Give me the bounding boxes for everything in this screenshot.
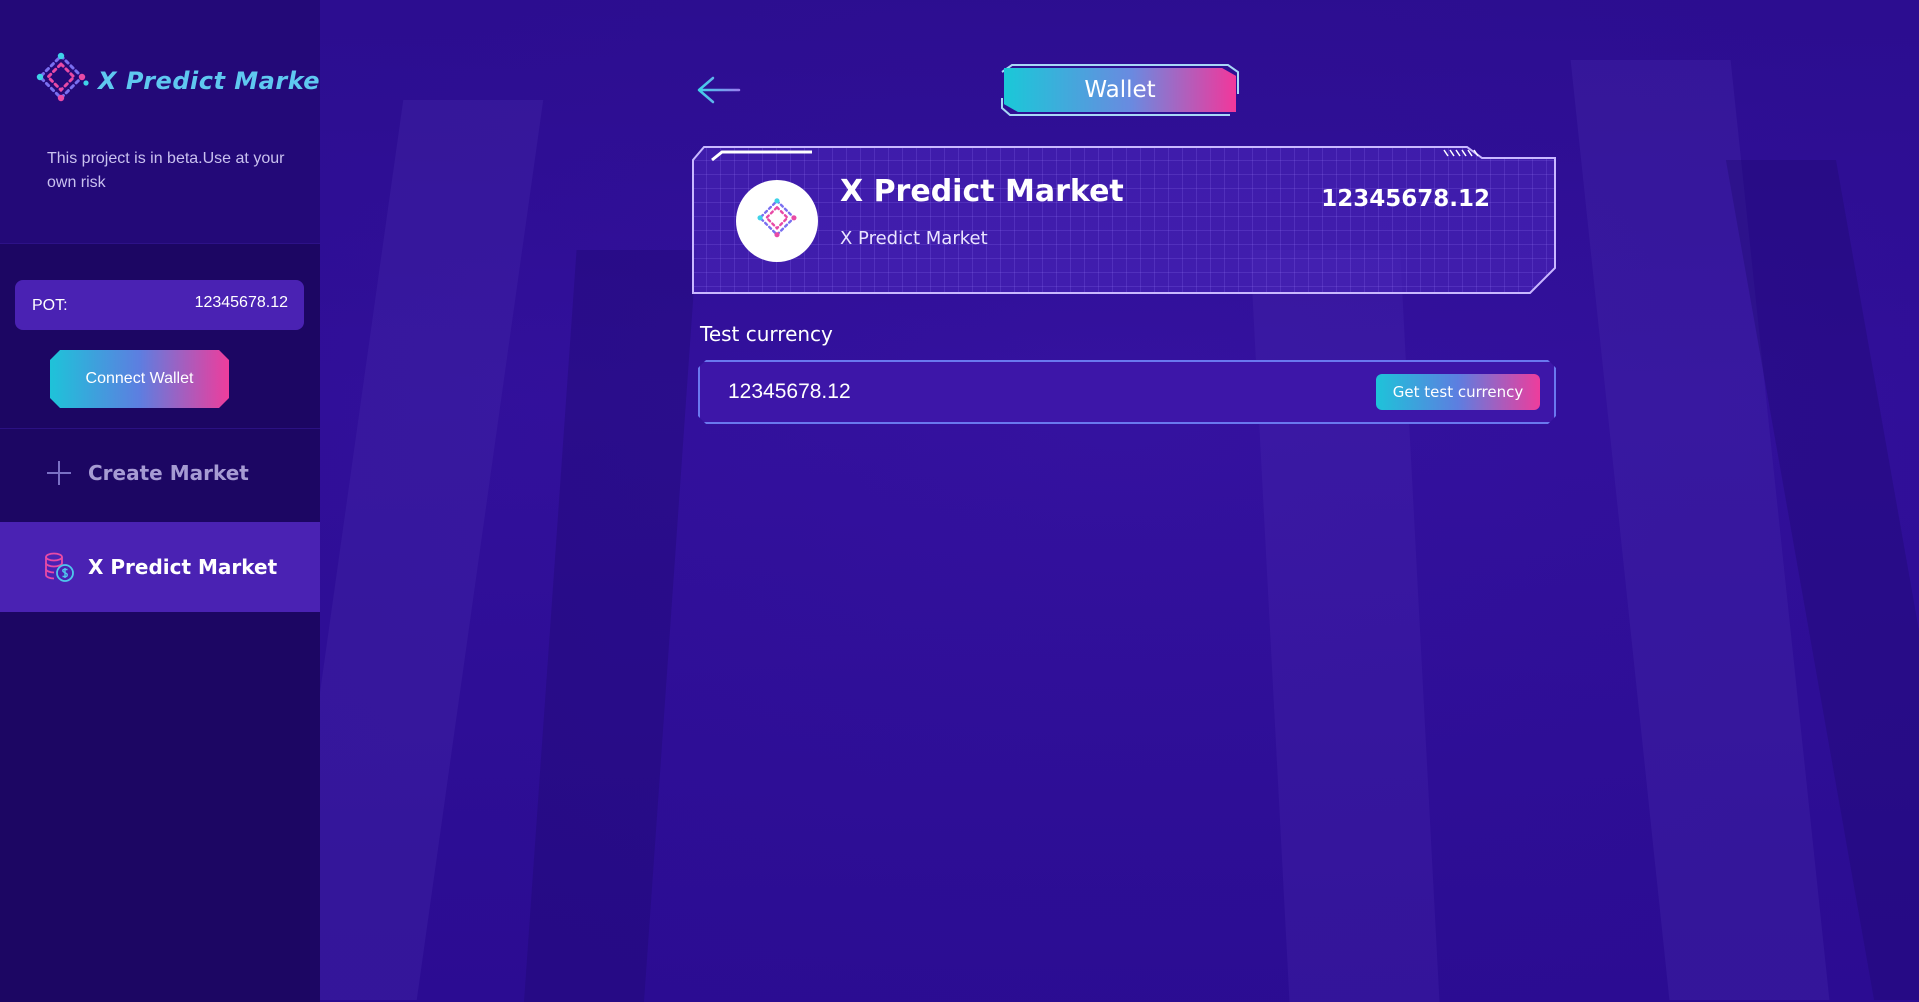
sidebar-item-x-predict-market[interactable]: X Predict Market — [0, 522, 320, 612]
wallet-avatar — [736, 180, 818, 262]
test-currency-value: 12345678.12 — [728, 380, 851, 403]
coins-icon — [42, 550, 76, 584]
plus-icon — [42, 456, 76, 490]
pot-value: 12345678.12 — [194, 294, 288, 311]
brand-logo[interactable]: X Predict Market — [30, 50, 332, 112]
main-content: Wallet X Predict Market X Predict Market… — [320, 0, 1919, 1002]
page-title: Wallet — [1004, 68, 1236, 112]
pot-balance: POT: 12345678.12 — [15, 280, 304, 330]
sidebar: X Predict Market This project is in beta… — [0, 0, 332, 1002]
wallet-balance: 12345678.12 — [1321, 186, 1490, 212]
pot-label: POT: — [32, 297, 68, 314]
wallet-card: X Predict Market X Predict Market 123456… — [692, 146, 1556, 294]
connect-wallet-button[interactable]: Connect Wallet — [50, 350, 229, 408]
sidebar-item-create-market[interactable]: Create Market — [0, 428, 320, 518]
background-decoration — [523, 250, 697, 1002]
test-currency-field: 12345678.12 Get test currency — [698, 360, 1556, 424]
beta-warning: This project is in beta.Use at your own … — [47, 150, 285, 191]
wallet-card-frame — [692, 146, 1556, 294]
logo-mark-icon — [36, 52, 89, 102]
get-test-currency-button[interactable]: Get test currency — [1376, 374, 1540, 410]
brand-name: X Predict Market — [98, 67, 333, 95]
sidebar-item-label: X Predict Market — [88, 555, 278, 579]
sidebar-header: X Predict Market This project is in beta… — [0, 0, 332, 244]
wallet-subtitle: X Predict Market — [840, 228, 988, 249]
page-title-badge: Wallet — [1000, 64, 1240, 116]
sidebar-item-label: Create Market — [88, 461, 249, 485]
wallet-name: X Predict Market — [840, 174, 1124, 209]
test-currency-label: Test currency — [700, 322, 833, 346]
back-arrow-icon[interactable] — [695, 70, 743, 110]
background-decoration — [320, 100, 544, 1000]
logo-mark-icon — [757, 198, 797, 238]
